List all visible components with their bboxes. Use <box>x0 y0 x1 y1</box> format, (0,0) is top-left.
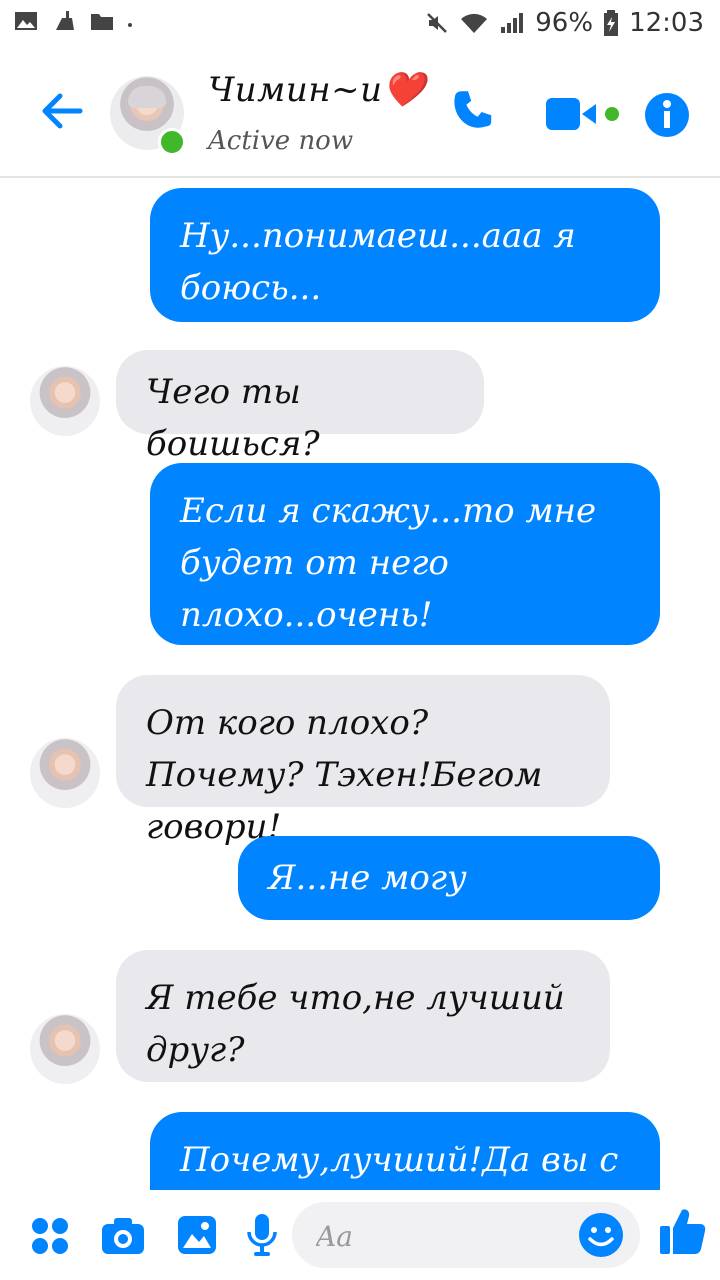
message-bubble-incoming[interactable]: Я тебе что,не лучший друг? <box>116 950 610 1082</box>
contact-name[interactable]: Чимин~и❤️ <box>208 70 425 110</box>
contact-avatar-small[interactable] <box>30 738 100 808</box>
more-notifications-dot <box>128 23 132 27</box>
microphone-icon[interactable] <box>246 1212 278 1258</box>
message-bubble-outgoing[interactable]: Почему,лучший!Да вы с <box>150 1112 660 1190</box>
gallery-icon[interactable] <box>176 1214 218 1256</box>
contact-active-status: Active now <box>208 126 354 156</box>
contact-avatar-small[interactable] <box>30 1014 100 1084</box>
status-notifications <box>14 10 132 32</box>
mute-icon <box>427 13 448 33</box>
info-icon[interactable] <box>644 92 690 138</box>
phone-call-icon[interactable] <box>452 88 502 138</box>
message-thread[interactable]: Ну...понимаеш...ааа я боюсь... Чего ты б… <box>0 178 720 1190</box>
status-indicators: 96% 12:03 <box>425 8 704 38</box>
conversation-header: Чимин~и❤️ Active now <box>0 48 720 178</box>
emoji-icon[interactable] <box>578 1212 624 1258</box>
online-status-dot <box>158 128 186 156</box>
message-bubble-incoming[interactable]: Чего ты боишься? <box>116 350 484 464</box>
message-bubble-outgoing[interactable]: Ну...понимаеш...ааа я боюсь... <box>150 188 660 322</box>
status-bar: 96% 12:03 <box>0 0 720 48</box>
wifi-icon <box>461 13 488 33</box>
thumbs-up-icon[interactable] <box>658 1206 706 1256</box>
message-bubble-outgoing[interactable]: Если я скажу...то мне будет от него плох… <box>150 463 660 645</box>
video-call-icon[interactable] <box>544 94 624 134</box>
image-notification-icon <box>15 12 37 30</box>
cleaner-notification-icon <box>56 11 74 30</box>
battery-percent: 96% <box>535 8 594 38</box>
message-bubble-incoming[interactable]: От кого плохо?Почему? Тэхен!Бегом говори… <box>116 675 610 847</box>
contact-avatar-small[interactable] <box>30 366 100 436</box>
folder-notification-icon <box>91 14 113 30</box>
battery-icon <box>604 10 619 36</box>
message-input[interactable] <box>314 1212 558 1260</box>
signal-icon <box>501 13 524 33</box>
back-arrow-icon[interactable] <box>38 86 88 136</box>
camera-icon[interactable] <box>100 1216 146 1256</box>
clock: 12:03 <box>629 8 704 38</box>
message-bubble-outgoing[interactable]: Я...не могу сказать... <box>238 836 660 950</box>
more-actions-icon[interactable] <box>30 1216 70 1256</box>
composer-bar <box>0 1190 720 1280</box>
message-composer[interactable] <box>292 1202 640 1268</box>
